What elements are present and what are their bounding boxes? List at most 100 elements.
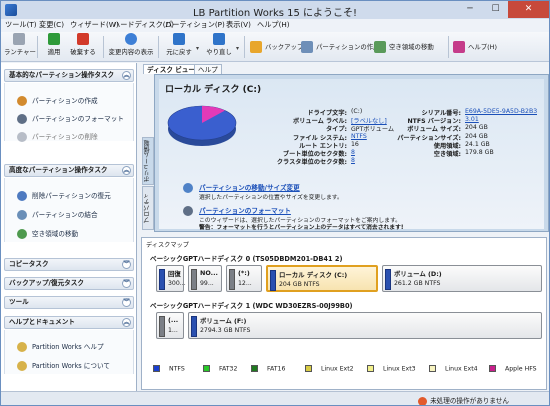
- undo-dropdown-icon[interactable]: ▾: [196, 45, 199, 52]
- redo-button[interactable]: やり直し: [204, 33, 234, 61]
- task-create-partition[interactable]: パーティションの作成: [17, 95, 98, 106]
- volume-info-value[interactable]: NTFS: [351, 133, 367, 140]
- task-move-free-space[interactable]: 空き領域の移動: [17, 228, 78, 239]
- hint-format-link[interactable]: パーティションのフォーマット: [199, 205, 291, 215]
- launcher-button[interactable]: ランチャー: [4, 33, 36, 61]
- section-copy-tasks[interactable]: コピータスク ︾: [4, 258, 134, 271]
- volume-info-value[interactable]: 3.01: [465, 116, 479, 123]
- undo-label: 元に戻す: [166, 48, 192, 56]
- backup-button[interactable]: バックアップ: [250, 41, 303, 55]
- task-merge-partition[interactable]: パーティションの結合: [17, 209, 98, 220]
- legend-label: Linux Ext4: [445, 365, 478, 373]
- show-changes-label: 変更内容の表示: [108, 48, 154, 56]
- apply-button[interactable]: 適用: [43, 33, 65, 61]
- legend-swatch: [429, 365, 436, 372]
- task-label: Partition Works について: [32, 362, 110, 370]
- minimize-button[interactable]: ─: [457, 1, 483, 18]
- collapse-chevron-icon[interactable]: ︽: [122, 71, 131, 80]
- merge-icon: [17, 210, 27, 220]
- task-delete-partition[interactable]: パーティションの削除: [17, 131, 98, 142]
- close-button[interactable]: ✕: [508, 1, 549, 18]
- task-label: パーティションの作成: [32, 97, 98, 105]
- toolbar-separator: [244, 36, 245, 58]
- partition-info: 2794.3 GB NTFS: [200, 327, 251, 334]
- expand-chevron-icon[interactable]: ︾: [122, 279, 131, 288]
- help-button[interactable]: ヘルプ(H): [453, 41, 497, 55]
- volume-info-key: クラスタ単位のセクタ数:: [276, 159, 347, 167]
- menu-wizard[interactable]: ウィザード(W): [70, 20, 119, 30]
- volume-info-value[interactable]: E69A-5DE5-9A5D-B2B3: [465, 108, 537, 115]
- legend-fat32: FAT32: [203, 365, 237, 373]
- tab-disk-view[interactable]: ディスク ビュー: [143, 64, 199, 74]
- section-help-docs[interactable]: ヘルプとドキュメント ︽: [4, 316, 134, 329]
- redo-dropdown-icon[interactable]: ▾: [236, 45, 239, 52]
- collapse-chevron-icon[interactable]: ︽: [122, 166, 131, 175]
- discard-button[interactable]: 破棄する: [68, 33, 98, 61]
- partition-volume-d[interactable]: ボリューム (D:) 261.2 GB NTFS: [382, 265, 542, 292]
- filesystem-legend: NTFS FAT32 FAT16 Linux Ext2 Linux Ext3 L…: [141, 361, 547, 377]
- create-partition-label: パーティションの作成: [316, 43, 380, 51]
- expand-chevron-icon[interactable]: ︾: [122, 298, 131, 307]
- legend-hfs: Apple HFS: [489, 365, 537, 373]
- redo-label: やり直し: [206, 48, 232, 56]
- task-format-partition[interactable]: パーティションのフォーマット: [17, 113, 124, 124]
- tab-volume-info[interactable]: ボリューム情報: [142, 137, 154, 185]
- task-help[interactable]: Partition Works ヘルプ: [17, 341, 104, 352]
- redo-arrow-icon: [213, 33, 225, 45]
- section-basic-tasks[interactable]: 基本的なパーティション操作タスク ︽: [4, 69, 134, 82]
- partition-color-bar: [159, 269, 165, 290]
- legend-ext3: Linux Ext3: [367, 365, 416, 373]
- section-advanced-tasks[interactable]: 高度なパーティション操作タスク ︽: [4, 164, 134, 177]
- disk-1-header[interactable]: ベーシックGPTハードディスク 1 (WDC WD30EZRS-00J99B0): [150, 300, 353, 310]
- legend-label: FAT32: [219, 365, 238, 373]
- partition-name: NO...: [200, 269, 218, 277]
- partition-reserved[interactable]: (... 1...: [156, 312, 184, 339]
- menu-change[interactable]: 変更(C): [39, 20, 64, 30]
- partition-no-label[interactable]: NO... 99...: [188, 265, 222, 292]
- tab-properties[interactable]: プロパティ: [142, 186, 154, 230]
- volume-info-value[interactable]: 8: [351, 157, 355, 164]
- backup-icon: [250, 41, 262, 53]
- undo-button[interactable]: 元に戻す: [164, 33, 194, 61]
- task-label: 空き領域の移動: [32, 230, 79, 238]
- section-backup-tasks[interactable]: バックアップ/復元タスク ︾: [4, 277, 134, 290]
- backup-label: バックアップ: [265, 43, 304, 51]
- menu-tools[interactable]: ツール(T): [5, 20, 37, 30]
- disk-0-header[interactable]: ベーシックGPTハードディスク 0 (TS05DBDM201-DB41 2): [150, 253, 343, 263]
- menu-bar: ツール(T) 変更(C) ウィザード(W) ハードディスク(D) パーティション…: [1, 19, 549, 32]
- section-backup-title: バックアップ/復元タスク: [9, 279, 84, 287]
- status-icon: [418, 396, 428, 405]
- partition-color-bar: [159, 316, 165, 337]
- collapse-chevron-icon[interactable]: ︽: [122, 318, 131, 327]
- tab-help[interactable]: ヘルプ: [194, 64, 222, 74]
- create-partition-button[interactable]: パーティションの作成: [301, 41, 380, 55]
- task-about[interactable]: Partition Works について: [17, 360, 110, 371]
- help-icon: [453, 41, 465, 53]
- volume-title: ローカル ディスク (C:): [165, 85, 262, 95]
- toolbar-separator: [103, 36, 104, 58]
- hint-resize-link[interactable]: パーティションの移動/サイズ変更: [199, 182, 300, 192]
- partition-color-bar: [229, 269, 235, 290]
- maximize-button[interactable]: ☐: [483, 1, 508, 18]
- volume-info-value: 16: [351, 140, 359, 148]
- partition-volume-f[interactable]: ボリューム (F:) 2794.3 GB NTFS: [188, 312, 542, 339]
- task-restore-partition[interactable]: 削除パーティションの復元: [17, 190, 111, 201]
- move-free-space-button[interactable]: 空き領域の移動: [374, 41, 434, 55]
- task-label: パーティションのフォーマット: [32, 115, 124, 123]
- show-changes-button[interactable]: 変更内容の表示: [107, 33, 155, 61]
- partition-recovery[interactable]: 回復 300...: [156, 265, 186, 292]
- toolbar-separator: [158, 36, 159, 58]
- menu-help[interactable]: ヘルプ(H): [257, 20, 290, 30]
- partition-info: 300...: [168, 280, 186, 287]
- legend-label: Linux Ext3: [383, 365, 416, 373]
- menu-partition[interactable]: パーティション(P): [165, 20, 225, 30]
- partition-local-disk-c[interactable]: ローカル ディスク (C:) 204 GB NTFS: [266, 265, 378, 292]
- partition-color-bar: [191, 269, 197, 290]
- menu-view[interactable]: 表示(V): [226, 20, 251, 30]
- partition-unassigned[interactable]: (*:) 12...: [226, 265, 262, 292]
- checkmark-icon: [48, 33, 60, 45]
- volume-info-value[interactable]: 8: [351, 149, 355, 156]
- expand-chevron-icon[interactable]: ︾: [122, 260, 131, 269]
- create-partition-icon: [17, 96, 27, 106]
- section-tools[interactable]: ツール ︾: [4, 296, 134, 309]
